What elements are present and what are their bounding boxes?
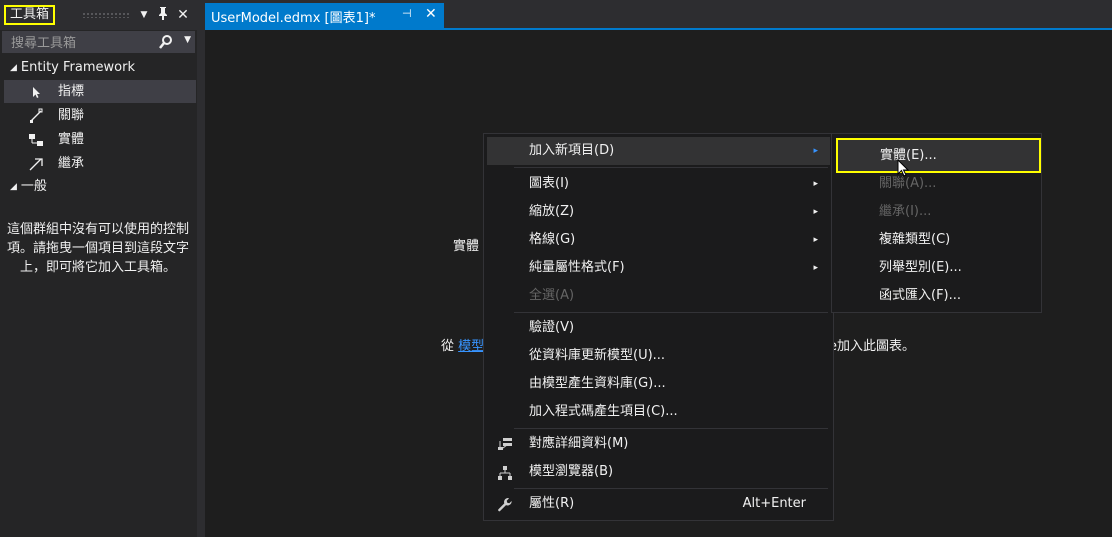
submenu-item-enum-type[interactable]: 列舉型別(E)...: [835, 254, 1038, 282]
submenu-item-function-import[interactable]: 函式匯入(F)...: [835, 282, 1038, 310]
submenu-item-inheritance[interactable]: 繼承(I)...: [835, 198, 1038, 226]
menu-item-label: 全選(A): [529, 288, 575, 303]
submenu-item-association[interactable]: 關聯(A)...: [835, 170, 1038, 198]
canvas-hint-line1: 實體: [453, 239, 480, 254]
toolbox-item-association[interactable]: 關聯: [4, 104, 196, 127]
submenu-item-entity[interactable]: 實體(E)...: [836, 138, 1041, 173]
menu-item-label: 模型瀏覽器(B): [529, 464, 614, 479]
submenu-item-label: 複雜類型(C): [879, 232, 951, 247]
shortcut-text: Alt+Enter: [742, 496, 806, 511]
menu-item-update-from-db[interactable]: 從資料庫更新模型(U)...: [487, 342, 830, 370]
menu-item-mapping-details[interactable]: 對應詳細資料(M): [487, 430, 830, 458]
group-label: Entity Framework: [20, 60, 135, 75]
menu-item-label: 對應詳細資料(M): [529, 436, 629, 451]
drag-grip[interactable]: [82, 12, 130, 18]
menu-item-model-browser[interactable]: 模型瀏覽器(B): [487, 458, 830, 486]
menu-item-zoom[interactable]: 縮放(Z) ▸: [487, 198, 830, 226]
submenu-item-label: 函式匯入(F)...: [879, 288, 962, 303]
tab-label: UserModel.edmx [圖表1]*: [211, 11, 376, 26]
submenu-item-label: 繼承(I)...: [879, 204, 932, 219]
submenu-arrow-icon: ▸: [813, 179, 818, 189]
menu-item-label: 圖表(I): [529, 176, 569, 191]
toolbox-item-label: 繼承: [58, 156, 85, 171]
hint-text: 從: [441, 339, 455, 354]
menu-item-label: 純量屬性格式(F): [529, 260, 625, 275]
menu-item-grid[interactable]: 格線(G) ▸: [487, 226, 830, 254]
menu-item-label: 加入程式碼產生項目(C)...: [529, 404, 678, 419]
model-browser-link[interactable]: 模型: [458, 339, 484, 354]
menu-item-validate[interactable]: 驗證(V): [487, 314, 830, 342]
close-icon[interactable]: ✕: [175, 6, 191, 24]
group-label: 一般: [20, 179, 47, 194]
expand-triangle-icon[interactable]: ◢: [10, 176, 17, 198]
close-icon[interactable]: ✕: [425, 6, 437, 22]
menu-item-generate-db[interactable]: 由模型產生資料庫(G)...: [487, 370, 830, 398]
menu-item-add-new[interactable]: 加入新項目(D) ▸: [487, 137, 830, 165]
search-icon[interactable]: [158, 34, 174, 54]
menu-item-scalar-format[interactable]: 純量屬性格式(F) ▸: [487, 254, 830, 282]
menu-item-label: 縮放(Z): [529, 204, 575, 219]
submenu-arrow-icon: ▸: [813, 146, 818, 156]
menu-separator: [514, 167, 828, 168]
expand-triangle-icon[interactable]: ◢: [10, 57, 17, 79]
entity-icon: [28, 132, 44, 148]
mouse-cursor-icon: [897, 158, 910, 181]
panel-splitter[interactable]: [197, 0, 205, 537]
submenu-arrow-icon: ▸: [813, 235, 818, 245]
menu-item-label: 由模型產生資料庫(G)...: [529, 376, 666, 391]
pin-icon[interactable]: [155, 6, 171, 24]
group-general[interactable]: ◢ 一般: [10, 176, 47, 198]
association-icon: [28, 108, 44, 124]
pin-icon[interactable]: ⊣: [402, 7, 412, 20]
submenu-item-complex-type[interactable]: 複雜類型(C): [835, 226, 1038, 254]
menu-item-label: 屬性(R): [529, 496, 575, 511]
menu-item-label: 從資料庫更新模型(U)...: [529, 348, 666, 363]
document-tab[interactable]: UserModel.edmx [圖表1]* ⊣ ✕: [205, 3, 444, 28]
menu-separator: [514, 488, 828, 489]
menu-item-diagram[interactable]: 圖表(I) ▸: [487, 170, 830, 198]
toolbox-item-label: 指標: [58, 84, 85, 99]
menu-item-label: 驗證(V): [529, 320, 575, 335]
menu-item-add-code-gen[interactable]: 加入程式碼產生項目(C)...: [487, 398, 830, 426]
toolbox-panel: 工具箱 ▼ ✕ ▼ ◢Entity Framework 指標 關聯 實體: [0, 0, 197, 537]
mapping-details-icon: [497, 436, 513, 452]
toolbox-item-label: 關聯: [58, 108, 85, 123]
inheritance-icon: [28, 156, 44, 172]
pointer-icon: [28, 84, 44, 100]
menu-separator: [514, 428, 828, 429]
submenu-arrow-icon: ▸: [813, 207, 818, 217]
toolbox-title: 工具箱: [4, 5, 56, 25]
context-menu: 加入新項目(D) ▸ 圖表(I) ▸ 縮放(Z) ▸ 格線(G) ▸ 純量屬性格…: [483, 133, 834, 521]
menu-item-label: 加入新項目(D): [529, 143, 615, 158]
toolbox-item-entity[interactable]: 實體: [4, 128, 196, 151]
canvas-hint-line2: 從 模型: [441, 335, 484, 354]
add-new-submenu: 實體(E)... 關聯(A)... 繼承(I)... 複雜類型(C) 列舉型別(…: [831, 133, 1042, 313]
toolbox-item-label: 實體: [58, 132, 85, 147]
group-entity-framework[interactable]: ◢ Entity Framework: [10, 57, 135, 79]
search-input[interactable]: [9, 33, 163, 53]
empty-group-message: 這個群組中沒有可以使用的控制項。請拖曳一個項目到這段文字上，即可將它加入工具箱。: [6, 222, 189, 275]
toolbox-search[interactable]: ▼: [2, 31, 195, 53]
model-browser-icon: [497, 464, 513, 480]
menu-item-properties[interactable]: 屬性(R) Alt+Enter: [487, 490, 830, 518]
submenu-item-label: 列舉型別(E)...: [879, 260, 962, 275]
hint-text-suffix: e加入此圖表。: [829, 339, 915, 354]
menu-separator: [514, 312, 828, 313]
chevron-down-icon[interactable]: ▼: [136, 6, 152, 24]
toolbox-item-pointer[interactable]: 指標: [4, 80, 196, 103]
menu-item-select-all[interactable]: 全選(A): [487, 282, 830, 310]
chevron-down-icon[interactable]: ▼: [184, 35, 191, 45]
toolbox-title-bar: 工具箱 ▼ ✕: [0, 0, 197, 30]
submenu-arrow-icon: ▸: [813, 263, 818, 273]
toolbox-item-inheritance[interactable]: 繼承: [4, 152, 196, 175]
menu-item-label: 格線(G): [529, 232, 576, 247]
wrench-icon: [497, 496, 513, 512]
